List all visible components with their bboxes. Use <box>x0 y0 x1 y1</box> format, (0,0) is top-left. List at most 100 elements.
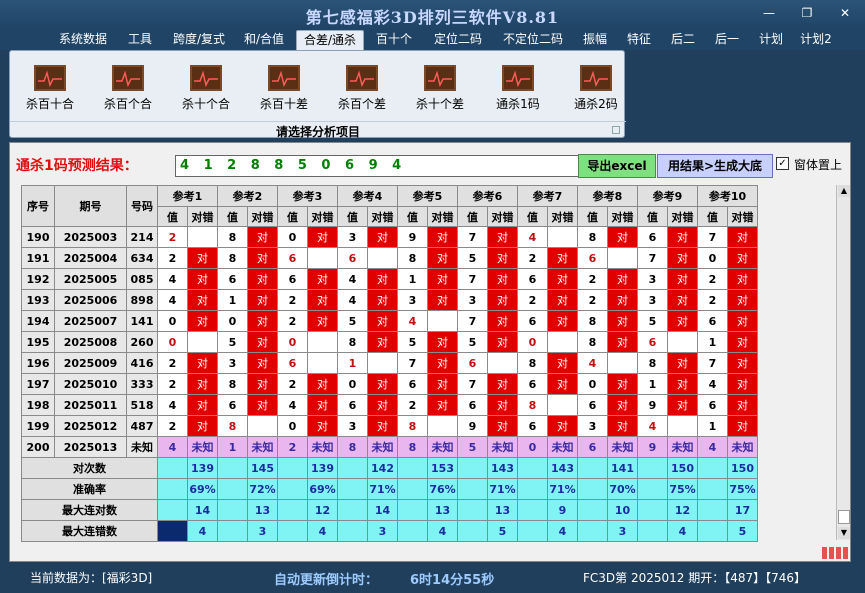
menu-item-12[interactable]: 计划 <box>752 30 790 50</box>
ref-right-mark: 对 <box>187 310 218 332</box>
subheader-value: 值 <box>457 206 488 227</box>
ref-right-mark: 对 <box>187 352 218 374</box>
stat-row: 最大连错数 4 3 4 3 4 5 4 3 4 5 <box>21 520 758 542</box>
row-number: 634 <box>126 247 158 269</box>
table-row[interactable]: 190 2025003 214 2 8 对 0 对 3 对 9 对 7 对 4 8 对 6 对 7 对 <box>21 226 758 248</box>
menu-item-5[interactable]: 百十个 <box>372 30 416 50</box>
pending-row[interactable]: 200 2025013 未知 4 未知 1 未知 2 未知 8 未知 8 未知 5 未知 0 未知 6 未知 9 未知 4… <box>21 436 758 458</box>
ribbon-button-1[interactable]: 杀百个合 <box>92 65 164 112</box>
stat-spacer <box>637 499 668 521</box>
minimize-icon[interactable]: — <box>758 4 780 22</box>
ref-value: 8 <box>637 352 668 374</box>
ref-value: 9 <box>457 415 488 437</box>
table-row[interactable]: 199 2025012 487 2 对 8 0 对 3 对 8 9 对 6 对 3 对 4 1 对 <box>21 415 758 437</box>
pending-value: 8 <box>397 436 428 458</box>
ref-value: 8 <box>577 310 608 332</box>
menu-item-4[interactable]: 合差/通杀 <box>296 30 364 50</box>
row-seq: 191 <box>21 247 55 269</box>
ref-value: 6 <box>457 394 488 416</box>
stat-value: 14 <box>187 499 218 521</box>
table-row[interactable]: 198 2025011 518 4 对 6 对 4 对 6 对 2 对 6 对 8 6 对 9 对 6 对 <box>21 394 758 416</box>
ref-right-mark: 对 <box>427 289 458 311</box>
ref-right-mark: 对 <box>727 268 758 290</box>
ref-right-mark: 对 <box>187 373 218 395</box>
menu-item-11[interactable]: 后一 <box>708 30 746 50</box>
scroll-down-icon[interactable]: ▼ <box>838 527 850 539</box>
ref-right-mark: 对 <box>727 373 758 395</box>
ref-right-mark: 对 <box>667 268 698 290</box>
scroll-thumb[interactable] <box>838 510 850 524</box>
table-row[interactable]: 193 2025006 898 4 对 1 对 2 对 4 对 3 对 3 对 2 对 2 对 3 对 2 对 <box>21 289 758 311</box>
menu-item-6[interactable]: 定位二码 <box>426 30 490 50</box>
stat-label: 最大连错数 <box>21 520 158 542</box>
stat-value: 4 <box>547 520 578 542</box>
stat-value: 71% <box>487 478 518 500</box>
header-ref: 参考4 <box>337 185 398 207</box>
ref-value: 2 <box>577 289 608 311</box>
vertical-scrollbar[interactable]: ▲ ▼ <box>836 185 850 540</box>
stat-spacer <box>397 499 428 521</box>
ribbon-button-6[interactable]: 通杀1码 <box>482 65 554 112</box>
menu-item-1[interactable]: 工具 <box>120 30 160 50</box>
stat-spacer <box>517 478 548 500</box>
chart-icon <box>346 65 378 91</box>
menu-item-9[interactable]: 特征 <box>620 30 658 50</box>
stat-spacer <box>457 478 488 500</box>
ref-right-mark: 对 <box>547 415 578 437</box>
table-row[interactable]: 194 2025007 141 0 对 0 对 2 对 5 对 4 7 对 6 对 8 对 5 对 6 对 <box>21 310 758 332</box>
prediction-result-field[interactable]: 4 1 2 8 8 5 0 6 9 4 <box>175 155 585 177</box>
menu-item-8[interactable]: 振幅 <box>576 30 614 50</box>
stat-row: 准确率 69% 72% 69% 71% 76% 71% 71% 70% 75% 75% <box>21 478 758 500</box>
table-row[interactable]: 192 2025005 085 4 对 6 对 6 对 4 对 1 对 7 对 6 对 2 对 3 对 2 对 <box>21 268 758 290</box>
stat-value: 3 <box>367 520 398 542</box>
ref-right-mark: 对 <box>247 247 278 269</box>
ref-value: 8 <box>217 247 248 269</box>
ontop-checkbox[interactable]: ✓ <box>776 157 789 170</box>
restore-icon[interactable]: ❐ <box>796 4 818 22</box>
menu-item-0[interactable]: 系统数据 <box>52 30 114 50</box>
ref-right-mark: 对 <box>727 415 758 437</box>
menu-item-10[interactable]: 后二 <box>664 30 702 50</box>
ribbon-button-2[interactable]: 杀十个合 <box>170 65 242 112</box>
menu-item-13[interactable]: 计划2 <box>796 30 836 50</box>
table-row[interactable]: 197 2025010 333 2 对 8 对 2 对 0 对 6 对 7 对 6 对 0 对 1 对 4 对 <box>21 373 758 395</box>
ref-value: 3 <box>577 415 608 437</box>
status-bar: 当前数据为：[福彩3D] 自动更新倒计时： 6时14分55秒 FC3D第 202… <box>0 565 865 593</box>
row-number: 333 <box>126 373 158 395</box>
menu-item-3[interactable]: 和/合值 <box>238 30 290 50</box>
row-seq: 199 <box>21 415 55 437</box>
stat-value: 9 <box>547 499 578 521</box>
ref-right-mark: 对 <box>607 310 638 332</box>
ribbon-button-3[interactable]: 杀百十差 <box>248 65 320 112</box>
ribbon-button-4[interactable]: 杀百个差 <box>326 65 398 112</box>
table-row[interactable]: 195 2025008 260 0 5 对 0 8 对 5 对 5 对 0 8 对 6 1 对 <box>21 331 758 353</box>
menu-item-7[interactable]: 不定位二码 <box>496 30 570 50</box>
table-row[interactable]: 196 2025009 416 2 对 3 对 6 1 7 对 6 8 对 4 8 对 7 对 <box>21 352 758 374</box>
ribbon-button-7[interactable]: 通杀2码 <box>560 65 632 112</box>
table-row[interactable]: 191 2025004 634 2 对 8 对 6 6 8 对 5 对 2 对 6 7 对 0 对 <box>21 247 758 269</box>
ribbon-button-5[interactable]: 杀十个差 <box>404 65 476 112</box>
ref-value: 2 <box>697 289 728 311</box>
ribbon-button-0[interactable]: 杀百十合 <box>14 65 86 112</box>
menu-bar: 系统数据 工具 跨度/复式 和/合值 合差/通杀 百十个 定位二码 不定位二码 振幅 特征 后二 后一… <box>0 28 865 50</box>
ref-right-mark: 对 <box>547 268 578 290</box>
ref-right-mark: 对 <box>367 268 398 290</box>
ribbon-expand-icon[interactable] <box>612 126 620 134</box>
pending-value: 4 <box>697 436 728 458</box>
generate-base-button[interactable]: 用结果>生成大底 <box>657 154 773 178</box>
pending-unknown: 未知 <box>367 436 398 458</box>
ref-value: 3 <box>337 415 368 437</box>
ontop-label: 窗体置上 <box>794 158 843 172</box>
ribbon-caption: 请选择分析项目 <box>10 121 626 140</box>
pending-value: 6 <box>577 436 608 458</box>
ref-wrong-cell <box>547 226 578 248</box>
ref-right-mark: 对 <box>367 373 398 395</box>
close-icon[interactable]: ✕ <box>834 4 856 22</box>
ref-value: 6 <box>337 394 368 416</box>
export-excel-button[interactable]: 导出excel <box>578 154 656 178</box>
pending-value: 8 <box>337 436 368 458</box>
scroll-up-icon[interactable]: ▲ <box>838 185 850 197</box>
stat-spacer <box>277 457 308 479</box>
row-period: 2025012 <box>54 415 127 437</box>
menu-item-2[interactable]: 跨度/复式 <box>164 30 234 50</box>
